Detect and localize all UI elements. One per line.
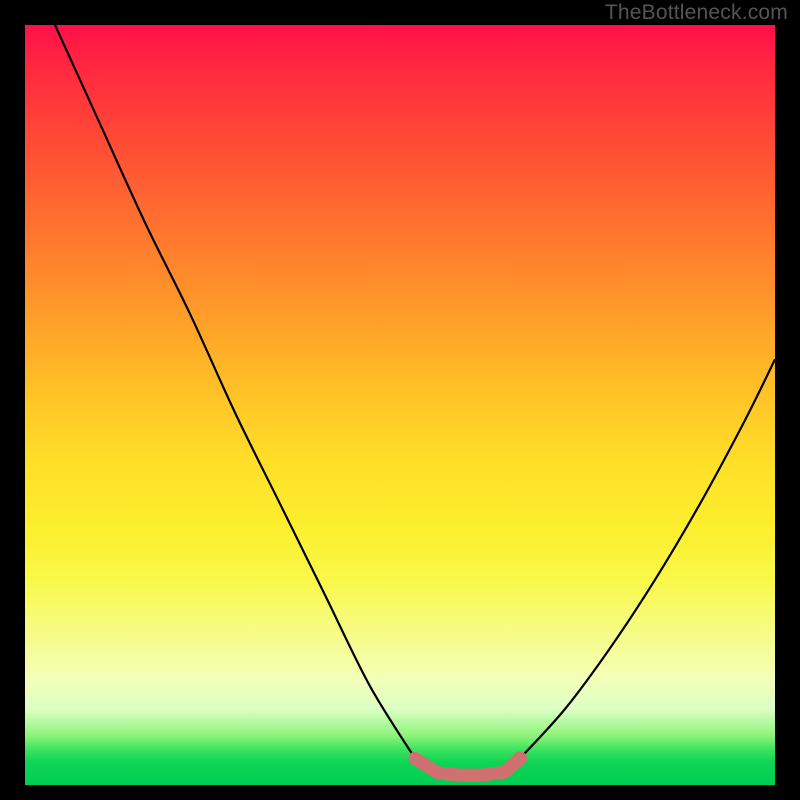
chart-frame: TheBottleneck.com (0, 0, 800, 800)
plot-area (25, 25, 775, 785)
attribution-label: TheBottleneck.com (605, 1, 788, 25)
